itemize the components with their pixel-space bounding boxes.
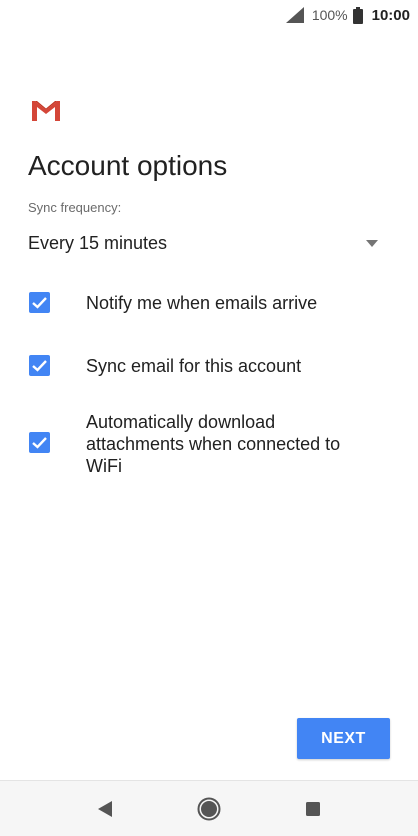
status-indicators: 100% 10:00 <box>285 5 410 25</box>
checkmark-icon <box>32 437 47 449</box>
option-sync-email[interactable]: Sync email for this account <box>0 353 418 379</box>
gmail-logo-icon <box>32 100 60 121</box>
notify-label: Notify me when emails arrive <box>86 293 318 313</box>
auto-download-label: Automatically download attachments when … <box>86 412 341 476</box>
sync-frequency-dropdown[interactable]: Every 15 minutes <box>28 230 384 260</box>
screen: 100% 10:00 Account options Sync frequenc… <box>0 0 418 836</box>
battery-percent: 100% <box>311 7 348 23</box>
dropdown-arrow-icon <box>366 240 378 247</box>
signal-icon <box>285 7 304 23</box>
back-icon[interactable] <box>93 797 117 821</box>
option-notify[interactable]: Notify me when emails arrive <box>0 290 418 316</box>
page-title: Account options <box>28 150 228 181</box>
recents-icon[interactable] <box>301 797 325 821</box>
sync-frequency-label: Sync frequency: <box>28 200 122 215</box>
sync-email-label: Sync email for this account <box>86 356 302 376</box>
home-icon[interactable] <box>197 797 221 821</box>
auto-download-checkbox[interactable] <box>29 432 50 453</box>
option-auto-download[interactable]: Automatically download attachments when … <box>0 410 418 478</box>
next-button[interactable]: NEXT <box>297 718 390 759</box>
clock: 10:00 <box>371 6 410 24</box>
battery-icon <box>352 6 363 24</box>
notify-checkbox[interactable] <box>29 292 50 313</box>
navigation-bar <box>0 780 418 836</box>
checkmark-icon <box>32 360 47 372</box>
status-bar: 100% 10:00 <box>0 0 418 30</box>
checkmark-icon <box>32 297 47 309</box>
sync-email-checkbox[interactable] <box>29 355 50 376</box>
sync-frequency-value: Every 15 minutes <box>28 233 168 253</box>
